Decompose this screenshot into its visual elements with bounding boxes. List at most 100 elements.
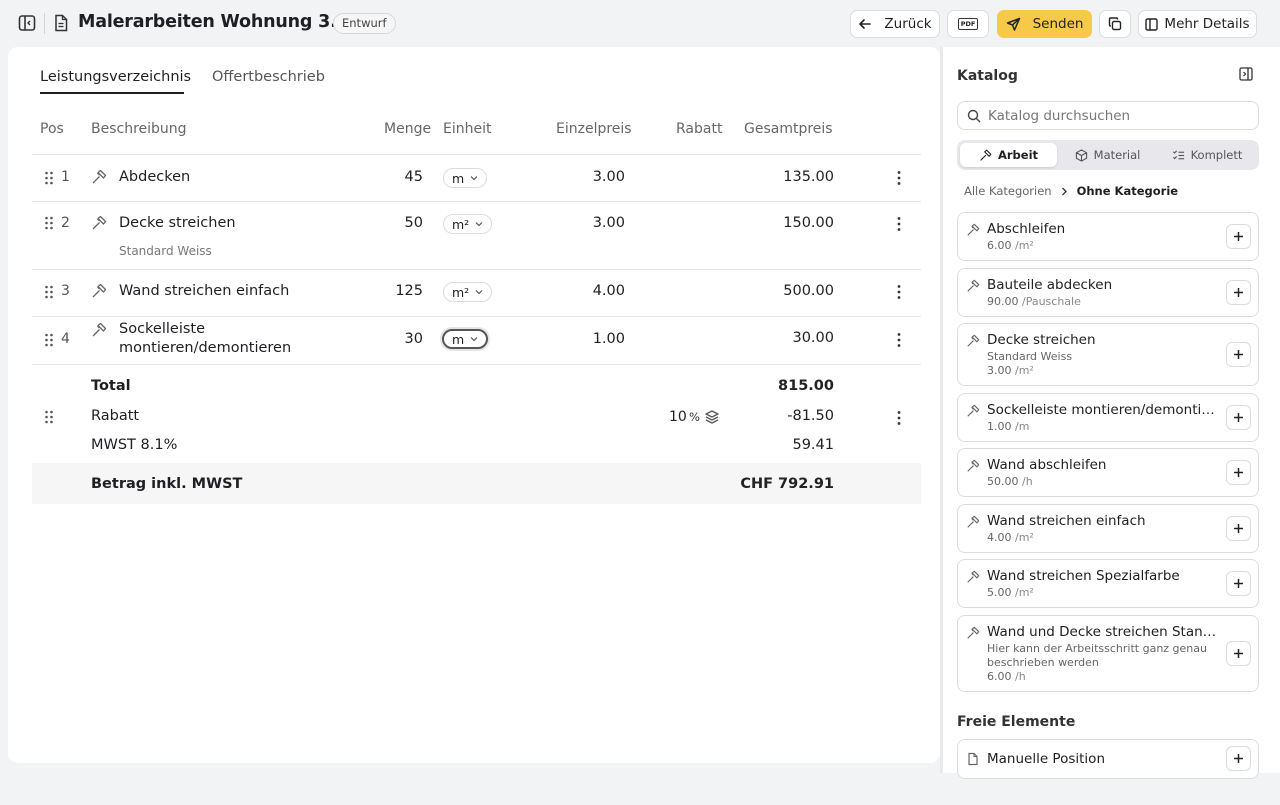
item-title: Wand abschleifen <box>987 457 1107 473</box>
item-price: 6.00 <box>987 239 1012 252</box>
unit-select[interactable]: m² <box>443 282 493 302</box>
catalog-item[interactable]: Wand streichen einfach 4.00 /m² <box>957 504 1259 553</box>
hammer-icon <box>967 279 980 292</box>
vat-value: 59.41 <box>792 437 834 453</box>
chevron-down-icon <box>470 176 478 181</box>
drag-handle-icon[interactable] <box>44 333 54 347</box>
item-title: Wand und Decke streichen Standard <box>987 624 1217 640</box>
sidebar-toggle-icon[interactable] <box>18 14 36 32</box>
row-quantity[interactable]: 50 <box>363 215 423 231</box>
more-vertical-icon[interactable] <box>896 284 902 300</box>
search-input[interactable] <box>988 107 1248 124</box>
segment-label: Komplett <box>1190 148 1243 162</box>
row-description[interactable]: Wand streichen einfach <box>119 282 289 301</box>
table-row[interactable]: 1 Abdecken 45 m 3.00 135.00 <box>8 155 940 201</box>
more-details-button[interactable]: Mehr Details <box>1138 10 1257 38</box>
item-price-line: 3.00 /m² <box>987 364 1034 377</box>
catalog-item[interactable]: Abschleifen 6.00 /m² <box>957 212 1259 261</box>
hammer-icon <box>980 149 992 161</box>
item-price: 5.00 <box>987 586 1012 599</box>
item-price-line: 50.00 /h <box>987 475 1033 488</box>
table-row[interactable]: 2 Decke streichen Standard Weiss 50 m² 3… <box>8 202 940 269</box>
item-unit: /m² <box>1015 586 1034 599</box>
row-unit-price[interactable]: 4.00 <box>545 283 625 299</box>
catalog-item[interactable]: Wand abschleifen 50.00 /h <box>957 448 1259 497</box>
table-row[interactable]: 4 Sockelleiste montieren/demontieren 30 … <box>8 317 940 364</box>
row-subtext: Standard Weiss <box>119 244 212 258</box>
add-item-button[interactable] <box>1226 746 1251 771</box>
add-item-button[interactable] <box>1226 342 1251 367</box>
catalog-search[interactable] <box>957 101 1259 130</box>
item-title: Abschleifen <box>987 221 1066 237</box>
row-description-line: montieren/demontieren <box>119 340 292 356</box>
duplicate-button[interactable] <box>1099 10 1131 38</box>
tab-leistungsverzeichnis[interactable]: Leistungsverzeichnis <box>40 69 191 85</box>
item-title: Bauteile abdecken <box>987 277 1113 293</box>
table-row[interactable]: 3 Wand streichen einfach 125 m² 4.00 500… <box>8 270 940 316</box>
unit-value: m² <box>452 284 470 300</box>
unit-value: m² <box>452 216 470 232</box>
add-item-button[interactable] <box>1226 641 1251 666</box>
add-item-button[interactable] <box>1226 460 1251 485</box>
row-quantity[interactable]: 45 <box>363 169 423 185</box>
more-vertical-icon[interactable] <box>896 410 902 426</box>
item-title: Wand streichen Spezialfarbe <box>987 568 1180 584</box>
add-item-button[interactable] <box>1226 405 1251 430</box>
catalog-item[interactable]: Bauteile abdecken 90.00 /Pauschale <box>957 268 1259 317</box>
catalog-item[interactable]: Decke streichen Standard Weiss 3.00 /m² <box>957 323 1259 386</box>
pdf-button[interactable]: PDF <box>947 10 989 38</box>
item-price: 90.00 <box>987 295 1019 308</box>
add-item-button[interactable] <box>1226 516 1251 541</box>
copy-icon <box>1108 17 1122 31</box>
row-quantity[interactable]: 125 <box>363 283 423 299</box>
row-quantity[interactable]: 30 <box>363 331 423 347</box>
unit-value: m <box>452 331 465 347</box>
catalog-item[interactable]: Sockelleiste montieren/demontieren 1.00 … <box>957 393 1259 442</box>
back-button[interactable]: Zurück <box>850 10 940 38</box>
unit-select[interactable]: m <box>443 168 488 188</box>
segment-label: Arbeit <box>997 148 1039 162</box>
add-item-button[interactable] <box>1226 224 1251 249</box>
more-vertical-icon[interactable] <box>896 170 902 186</box>
more-vertical-icon[interactable] <box>896 332 902 348</box>
add-item-button[interactable] <box>1226 571 1251 596</box>
row-description-line: Sockelleiste <box>119 321 206 337</box>
row-description[interactable]: Decke streichen <box>119 214 236 233</box>
free-element-item[interactable]: Manuelle Position <box>957 739 1259 779</box>
drag-handle-icon[interactable] <box>44 285 54 299</box>
row-total: 150.00 <box>783 215 834 231</box>
catalog-item[interactable]: Wand streichen Spezialfarbe 5.00 /m² <box>957 559 1259 608</box>
breadcrumb-all[interactable]: Alle Kategorien <box>964 184 1052 198</box>
grand-total-value: CHF 792.91 <box>740 476 834 492</box>
item-price-line: 1.00 /m <box>987 420 1029 433</box>
drag-handle-icon[interactable] <box>44 171 54 185</box>
send-icon <box>1006 17 1020 31</box>
send-button[interactable]: Senden <box>997 10 1092 38</box>
item-title: Wand streichen einfach <box>987 513 1146 529</box>
col-discount: Rabatt <box>676 121 723 137</box>
row-description[interactable]: Abdecken <box>119 168 190 187</box>
segment-komplett[interactable]: Komplett <box>1158 143 1256 167</box>
row-unit-price[interactable]: 1.00 <box>545 331 625 347</box>
segment-arbeit[interactable]: Arbeit <box>960 143 1057 167</box>
catalog-item[interactable]: Wand und Decke streichen Standard Hier k… <box>957 615 1259 692</box>
plus-icon <box>1234 288 1243 297</box>
drag-handle-icon[interactable] <box>44 216 54 230</box>
add-item-button[interactable] <box>1226 280 1251 305</box>
page-title: Malerarbeiten Wohnung 3. OG <box>78 12 372 32</box>
tab-offertbeschrieb[interactable]: Offertbeschrieb <box>212 69 325 85</box>
layers-icon[interactable] <box>704 409 720 425</box>
drag-handle-icon[interactable] <box>44 410 54 424</box>
row-unit-price[interactable]: 3.00 <box>545 169 625 185</box>
unit-select[interactable]: m <box>442 329 489 349</box>
row-description[interactable]: Sockelleiste montieren/demontieren <box>119 320 291 358</box>
segment-material[interactable]: Material <box>1059 143 1156 167</box>
more-vertical-icon[interactable] <box>896 216 902 232</box>
unit-select[interactable]: m² <box>443 214 493 234</box>
row-unit-price[interactable]: 3.00 <box>545 215 625 231</box>
collapse-panel-icon[interactable] <box>1239 67 1253 81</box>
discount-percent[interactable]: 10 <box>669 409 687 425</box>
chevron-right-icon <box>1061 187 1067 195</box>
item-unit: /h <box>1015 670 1026 683</box>
send-label: Senden <box>1032 16 1084 32</box>
